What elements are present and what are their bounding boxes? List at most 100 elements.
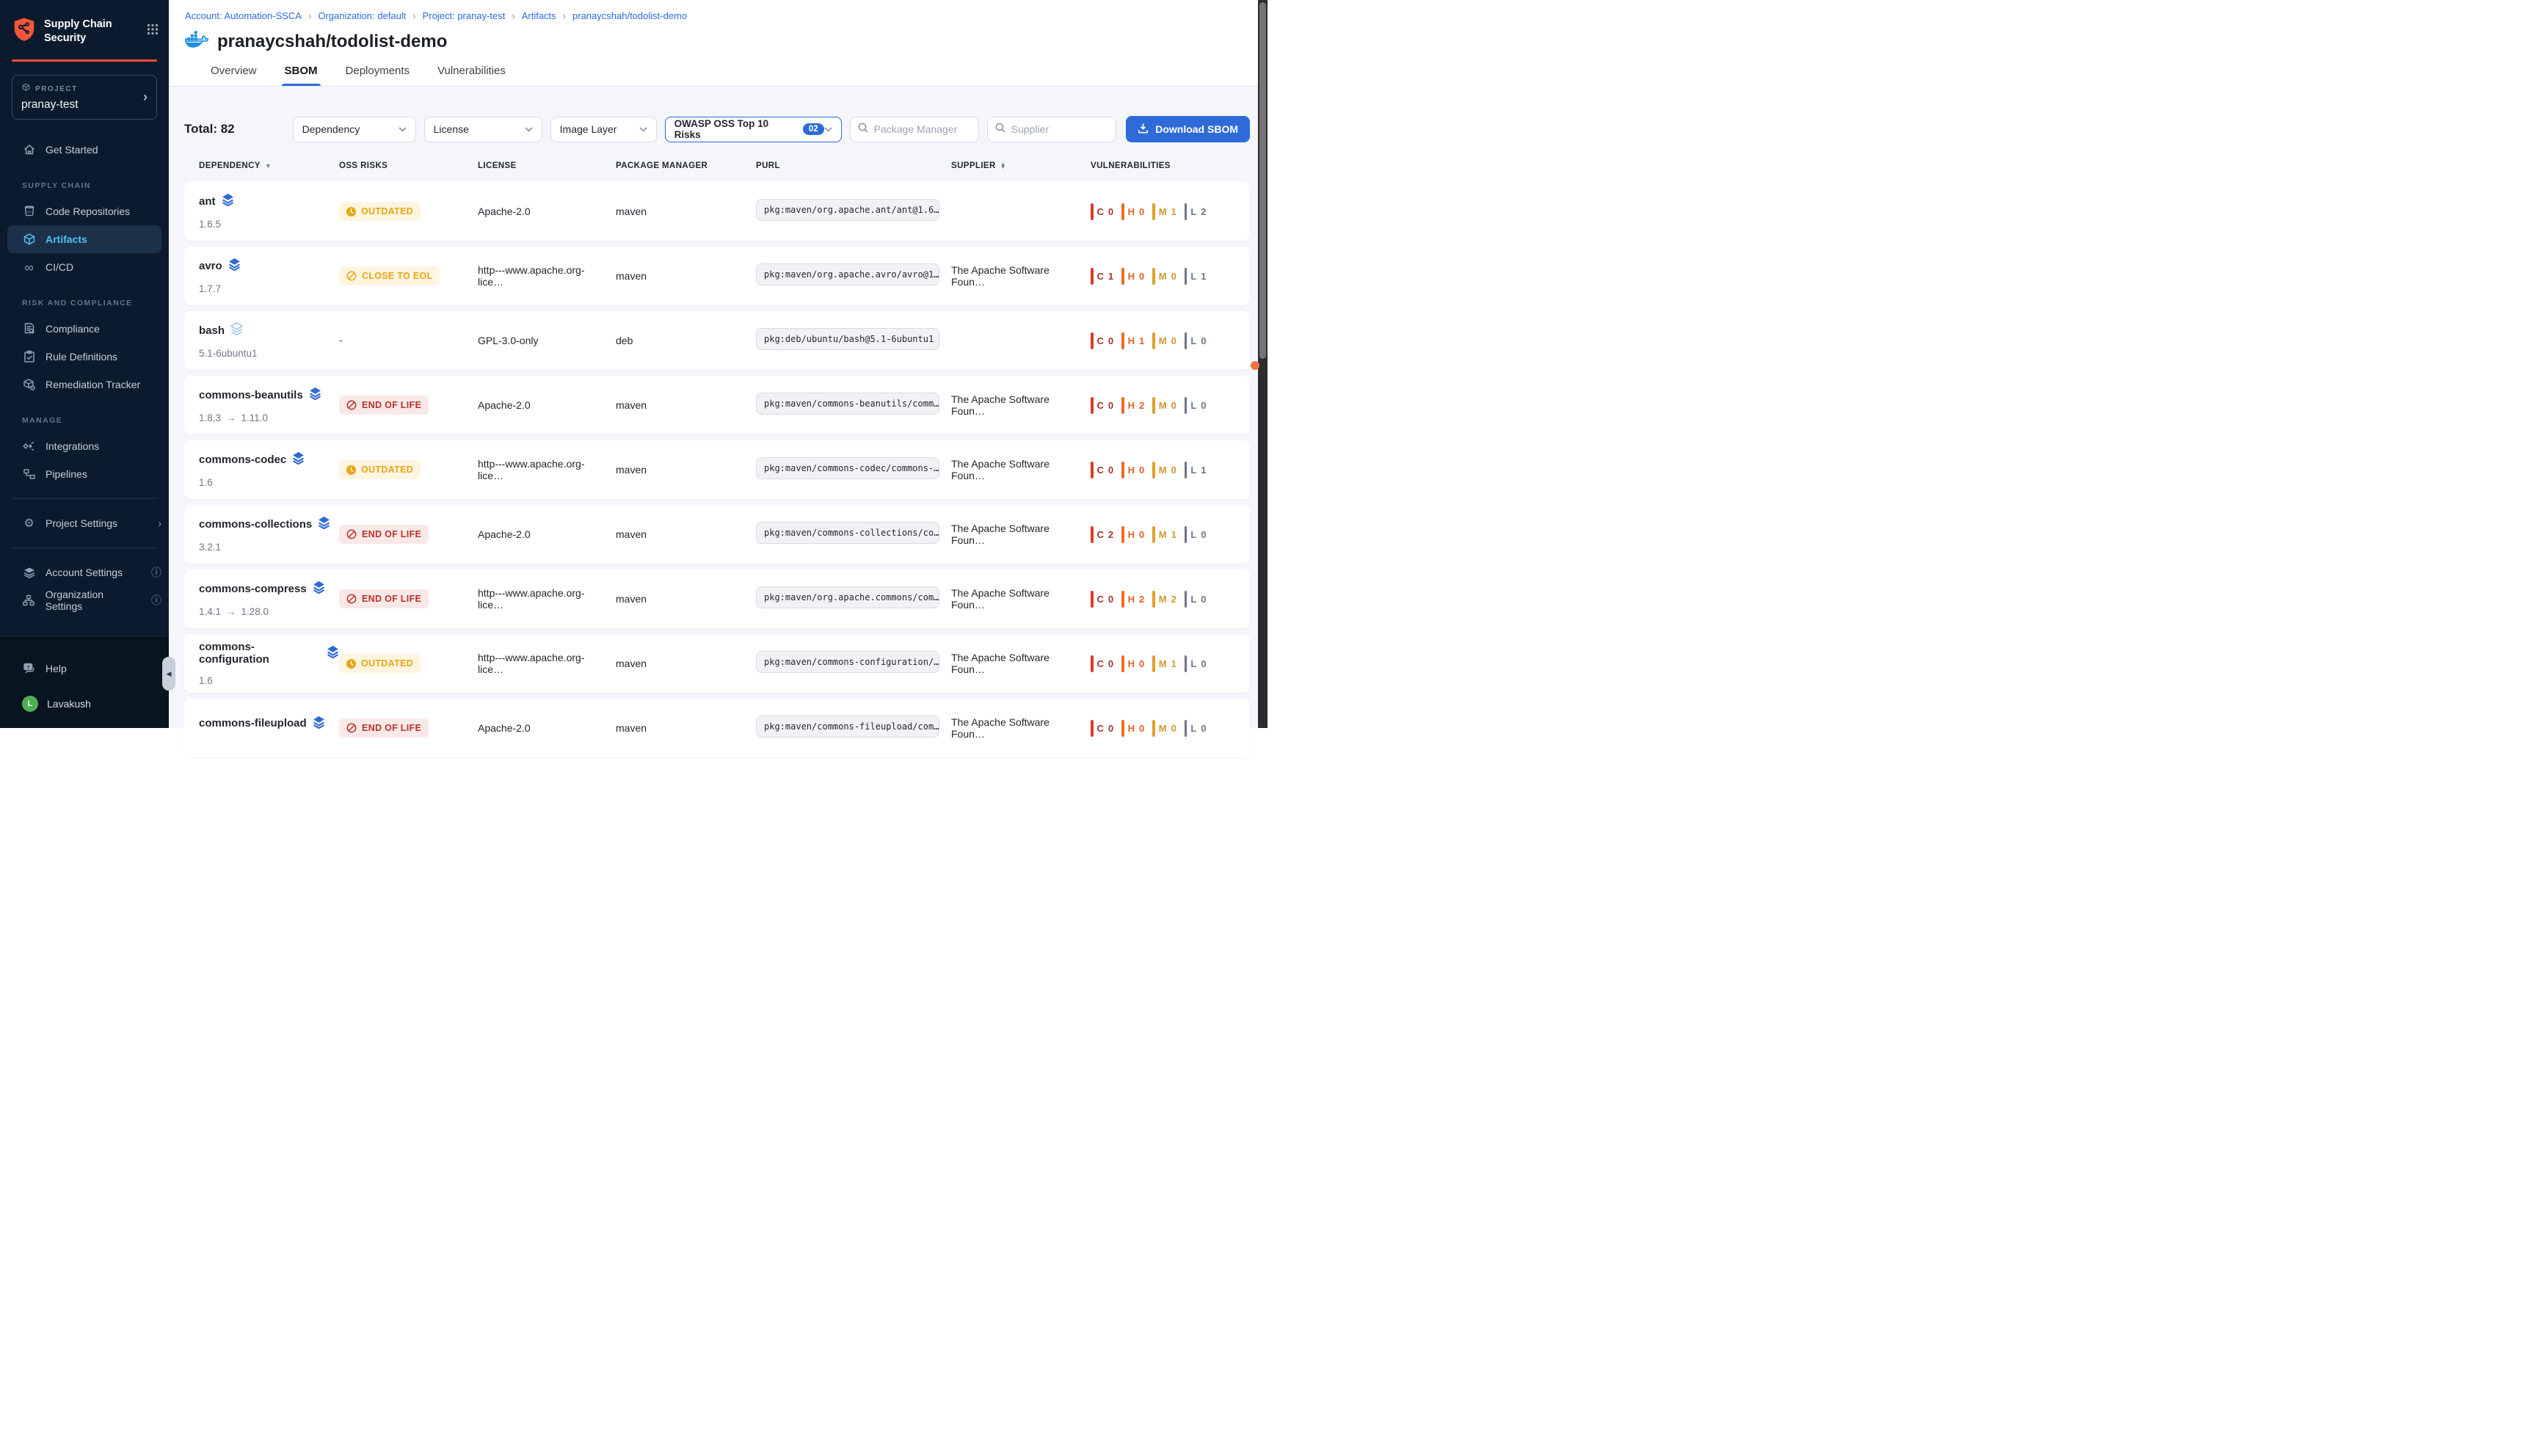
breadcrumb-artifacts[interactable]: Artifacts	[522, 10, 556, 21]
scrollbar-thumb[interactable]	[1259, 2, 1266, 359]
sidebar-item-get-started[interactable]: Get Started	[0, 136, 169, 164]
image-layer-filter-select[interactable]: Image Layer	[550, 117, 657, 142]
breadcrumb-account[interactable]: Account: Automation-SSCA	[185, 10, 302, 21]
dependency-name: commons-beanutils	[199, 389, 303, 401]
column-dependency[interactable]: DEPENDENCY▼	[199, 161, 339, 170]
info-icon: ⓘ	[151, 593, 161, 608]
purl-value[interactable]: pkg:maven/commons-beanutils/comm…	[756, 393, 939, 415]
dependency-name: commons-configuration	[199, 641, 321, 666]
sort-desc-icon: ▼	[265, 162, 272, 170]
column-supplier[interactable]: SUPPLIER▲▼	[951, 161, 1091, 170]
download-sbom-button[interactable]: Download SBOM	[1126, 116, 1250, 142]
layers-icon	[309, 387, 321, 403]
dependency-version: 3.2.1	[199, 542, 339, 553]
sidebar-item-pipelines[interactable]: Pipelines	[0, 460, 169, 488]
page-scrollbar[interactable]	[1258, 0, 1268, 728]
sbom-content: Total: 82 Dependency License Image Layer…	[169, 87, 1268, 763]
purl-value[interactable]: pkg:deb/ubuntu/bash@5.1-6ubuntu1	[756, 328, 939, 350]
sidebar: Supply Chain Security	[0, 0, 169, 728]
sidebar-item-artifacts[interactable]: Artifacts	[7, 225, 161, 253]
tab-sbom[interactable]: SBOM	[285, 65, 318, 86]
purl-value[interactable]: pkg:maven/commons-fileupload/com…	[756, 716, 939, 738]
layers-icon	[318, 516, 330, 532]
tab-deployments[interactable]: Deployments	[346, 65, 410, 86]
column-oss-risks: OSS RISKS	[339, 161, 478, 170]
sidebar-item-label: Compliance	[46, 323, 100, 335]
severity-crit-count: C0	[1091, 591, 1113, 608]
table-row[interactable]: commons-codec 1.6 OUTDATED http---www.ap…	[184, 440, 1250, 499]
package-manager-cell: maven	[616, 528, 756, 540]
box-icon	[22, 233, 36, 246]
license-filter-select[interactable]: License	[424, 117, 542, 142]
sidebar-item-code-repositories[interactable]: </>Code Repositories	[0, 197, 169, 225]
sidebar-item-rule-definitions[interactable]: Rule Definitions	[0, 343, 169, 371]
purl-value[interactable]: pkg:maven/commons-configuration/…	[756, 651, 939, 673]
purl-value[interactable]: pkg:maven/org.apache.commons/com…	[756, 586, 939, 608]
package-manager-search-input[interactable]	[874, 123, 971, 135]
sidebar-item-compliance[interactable]: Compliance	[0, 315, 169, 343]
sidebar-item-label: CI/CD	[46, 261, 73, 273]
table-row[interactable]: bash 5.1-6ubuntu1 - GPL-3.0-only deb pkg…	[184, 311, 1250, 370]
breadcrumb-organization[interactable]: Organization: default	[318, 10, 406, 21]
breadcrumb: Account: Automation-SSCA › Organization: …	[185, 10, 1250, 21]
sidebar-item-project-settings[interactable]: ⚙ Project Settings ›	[0, 509, 169, 537]
severity-crit-count: C2	[1091, 526, 1113, 543]
purl-value[interactable]: pkg:maven/org.apache.avro/avro@1…	[756, 263, 939, 285]
project-selector[interactable]: PROJECT pranay-test ›	[12, 75, 157, 120]
dependency-name: commons-fileupload	[199, 717, 307, 729]
sidebar-item-help[interactable]: ? Help	[0, 655, 169, 682]
search-icon	[995, 123, 1005, 136]
purl-value[interactable]: pkg:maven/commons-collections/co…	[756, 522, 939, 544]
oss-risk-cell: CLOSE TO EOL	[339, 266, 478, 285]
oss-risk-cell: END OF LIFE	[339, 589, 478, 608]
supplier-search	[987, 117, 1116, 142]
table-row[interactable]: commons-beanutils 1.8.3→1.11.0 END OF LI…	[184, 376, 1250, 434]
dependency-filter-select[interactable]: Dependency	[293, 117, 416, 142]
sidebar-item-ci-cd[interactable]: ∞CI/CD	[0, 253, 169, 281]
dependency-cell: commons-fileupload	[199, 716, 339, 741]
license-cell: http---www.apache.org-lice…	[478, 264, 616, 288]
page-header: Account: Automation-SSCA › Organization: …	[169, 0, 1268, 87]
supplier-cell: The Apache Software Foun…	[951, 587, 1091, 611]
tab-vulnerabilities[interactable]: Vulnerabilities	[437, 65, 506, 86]
sidebar-item-account-settings[interactable]: Account Settings ⓘ	[0, 558, 169, 586]
sidebar-collapse-handle[interactable]: ◀	[162, 657, 175, 691]
severity-high-count: H0	[1121, 203, 1144, 220]
severity-crit-count: C0	[1091, 720, 1113, 737]
supplier-search-input[interactable]	[1011, 123, 1108, 135]
app-grid-icon[interactable]	[147, 23, 159, 39]
tab-overview[interactable]: Overview	[211, 65, 257, 86]
breadcrumb-artifact-name[interactable]: pranaycshah/todolist-demo	[572, 10, 687, 21]
breadcrumb-project[interactable]: Project: pranay-test	[423, 10, 506, 21]
sidebar-item-integrations[interactable]: Integrations	[0, 432, 169, 460]
purl-cell: pkg:maven/commons-collections/co…	[756, 522, 951, 547]
dependency-version: 1.7.7	[199, 283, 339, 294]
table-row[interactable]: commons-configuration 1.6 OUTDATED http-…	[184, 634, 1250, 693]
package-manager-cell: deb	[616, 335, 756, 346]
table-row[interactable]: avro 1.7.7 CLOSE TO EOL http---www.apach…	[184, 247, 1250, 305]
table-row[interactable]: commons-compress 1.4.1→1.28.0 END OF LIF…	[184, 569, 1250, 628]
dependency-cell: commons-collections 3.2.1	[199, 516, 339, 553]
severity-crit-count: C1	[1091, 268, 1113, 285]
dependency-version: 1.6.5	[199, 219, 339, 230]
breadcrumb-separator: ›	[512, 10, 514, 21]
sidebar-item-remediation-tracker[interactable]: Remediation Tracker	[0, 371, 169, 398]
table-row[interactable]: ant 1.6.5 OUTDATED Apache-2.0 maven pkg:…	[184, 182, 1250, 241]
oss-risk-badge-outdated: OUTDATED	[339, 654, 421, 673]
table-row[interactable]: commons-fileupload END OF LIFE Apache-2.…	[184, 699, 1250, 757]
pipeline-icon	[22, 467, 36, 481]
owasp-risks-filter-select[interactable]: OWASP OSS Top 10 Risks 02	[665, 117, 842, 142]
purl-value[interactable]: pkg:maven/commons-codec/commons-…	[756, 457, 939, 479]
sidebar-item-label: Remediation Tracker	[46, 379, 140, 390]
oss-risk-cell: OUTDATED	[339, 654, 478, 673]
severity-crit-count: C0	[1091, 332, 1113, 349]
sidebar-item-organization-settings[interactable]: Organization Settings ⓘ	[0, 586, 169, 614]
severity-med-count: M0	[1152, 268, 1176, 285]
license-cell: Apache-2.0	[478, 528, 616, 540]
table-row[interactable]: commons-collections 3.2.1 END OF LIFE Ap…	[184, 505, 1250, 564]
severity-crit-count: C0	[1091, 203, 1113, 220]
purl-value[interactable]: pkg:maven/org.apache.ant/ant@1.6…	[756, 199, 939, 221]
gear-icon: ⚙	[22, 516, 36, 531]
user-menu[interactable]: L Lavakush	[0, 696, 169, 712]
project-name: pranay-test	[21, 98, 143, 112]
